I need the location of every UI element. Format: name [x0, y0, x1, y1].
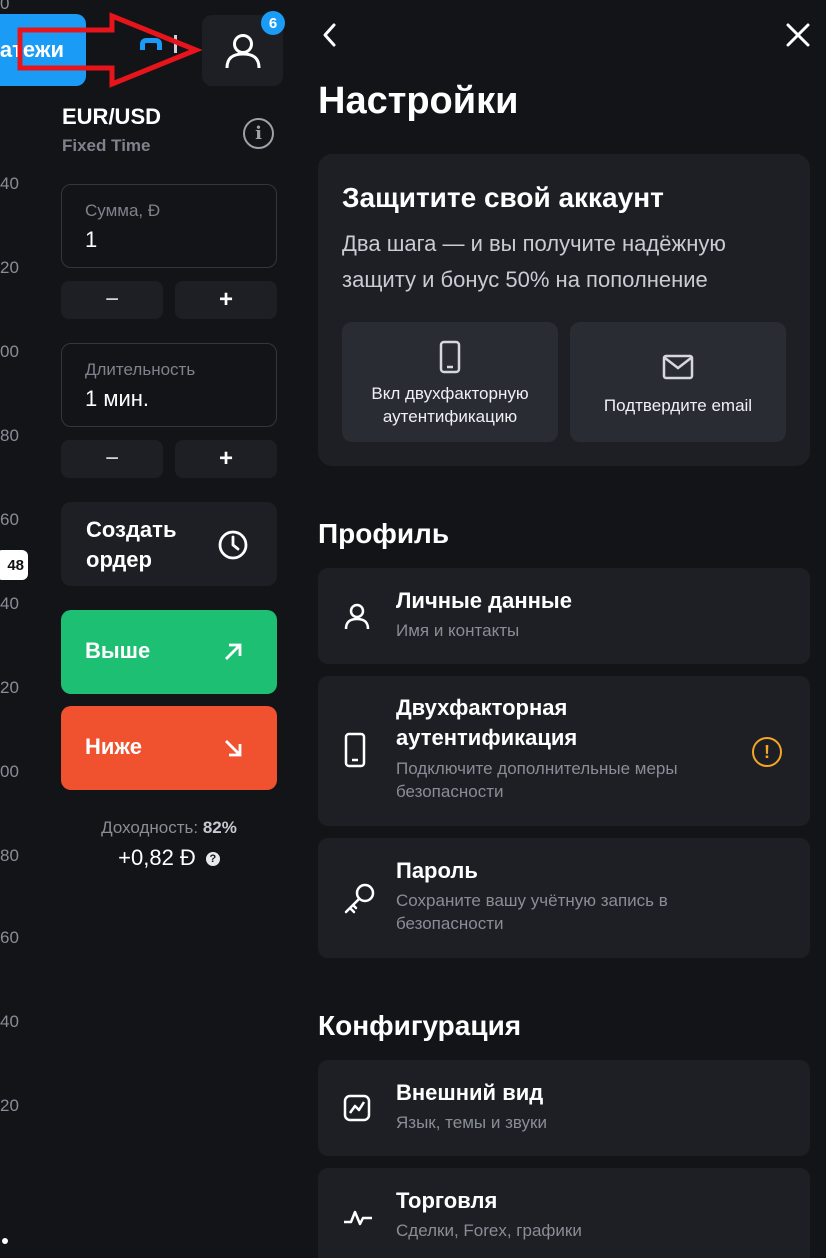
protect-text: Два шага — и вы получите надёжную защиту… [342, 231, 726, 292]
arrow-up-right-icon [225, 643, 242, 660]
notification-badge: 6 [261, 11, 285, 35]
yield-label: Доходность: [101, 818, 199, 837]
y-tick: 60 [0, 928, 19, 947]
higher-label: Выше [85, 638, 151, 663]
duration-decrease-button[interactable]: − [61, 440, 163, 478]
balance-icon [140, 38, 162, 50]
amount-field[interactable]: Сумма, Đ 1 [61, 184, 277, 268]
amount-label: Сумма, Đ [85, 201, 161, 220]
close-icon[interactable] [785, 22, 811, 48]
confirm-email-label: Подтвердите email [603, 396, 753, 415]
chart-dot [2, 1238, 8, 1244]
two-factor-title: Двухфакторная аутентификация [396, 695, 578, 750]
yield-value: 82% [202, 818, 237, 837]
configuration-section-title: Конфигурация [318, 1010, 522, 1041]
password-subtitle: Сохраните вашу учётную запись в безопасн… [396, 891, 668, 933]
info-icon[interactable]: i [243, 118, 274, 149]
lower-label: Ниже [85, 734, 142, 759]
clock-icon [218, 530, 248, 560]
personal-data-subtitle: Имя и контакты [396, 621, 520, 640]
two-factor-subtitle: Подключите дополнительные меры безопасно… [396, 759, 678, 801]
duration-value[interactable]: 1 мин. [85, 386, 149, 412]
y-tick: 80 [0, 846, 19, 865]
appearance-title: Внешний вид [396, 1080, 544, 1105]
trading-subtitle: Сделки, Forex, графики [396, 1221, 582, 1240]
y-tick: 00 [0, 762, 19, 781]
page-title: Настройки [318, 80, 519, 122]
profile-section-title: Профиль [318, 518, 450, 549]
y-tick: 00 [0, 342, 19, 361]
appearance-icon [343, 1094, 371, 1122]
y-tick: 60 [0, 510, 19, 529]
confirm-email-tile[interactable]: Подтвердите email [570, 322, 786, 442]
user-icon [344, 603, 370, 630]
trading-title: Торговля [396, 1188, 498, 1213]
personal-data-title: Личные данные [396, 588, 572, 613]
enable-2fa-tile[interactable]: Вкл двухфакторную аутентификацию [342, 322, 558, 442]
y-tick: 40 [0, 594, 19, 613]
y-tick: 20 [0, 1096, 19, 1115]
password-title: Пароль [396, 858, 478, 883]
pulse-icon [344, 1210, 372, 1226]
amount-increase-button[interactable]: + [175, 281, 277, 319]
appearance-item[interactable]: Внешний вид Язык, темы и звуки [318, 1060, 810, 1156]
y-tick: 80 [0, 426, 19, 445]
trade-mode: Fixed Time [62, 136, 151, 155]
appearance-subtitle: Язык, темы и звуки [396, 1113, 547, 1132]
price-axis: 0 40 20 00 80 60 40 20 00 80 60 40 20 48 [0, 0, 44, 1258]
warning-icon: ! [752, 737, 782, 767]
enable-2fa-label: Вкл двухфакторную аутентификацию [371, 384, 529, 426]
yield-line: Доходность: 82% [61, 818, 277, 838]
user-icon [225, 33, 260, 68]
phone-icon [439, 340, 461, 374]
back-arrow-icon[interactable] [320, 22, 340, 48]
create-order-label: Создать ордер [86, 517, 177, 572]
y-tick: 0 [0, 0, 10, 13]
y-tick: 40 [0, 174, 19, 193]
payments-button[interactable]: атежи [0, 14, 86, 86]
duration-increase-button[interactable]: + [175, 440, 277, 478]
duration-label: Длительность [85, 360, 196, 379]
amount-value[interactable]: 1 [85, 227, 97, 253]
profit-line: +0,82 Đ? [61, 845, 277, 871]
personal-data-item[interactable]: Личные данные Имя и контакты [318, 568, 810, 664]
current-price-badge: 48 [0, 550, 28, 580]
key-icon [344, 883, 375, 914]
divider [174, 35, 177, 53]
help-icon[interactable]: ? [205, 852, 220, 866]
phone-icon [344, 732, 366, 768]
y-tick: 40 [0, 1012, 19, 1031]
protect-heading: Защитите свой аккаунт [342, 182, 664, 213]
higher-button[interactable]: Выше [61, 610, 277, 694]
asset-pair[interactable]: EUR/USD [62, 104, 161, 130]
trading-item[interactable]: Торговля Сделки, Forex, графики [318, 1168, 810, 1258]
y-tick: 20 [0, 258, 19, 277]
duration-field[interactable]: Длительность 1 мин. [61, 343, 277, 427]
mail-icon [662, 354, 694, 380]
two-factor-item[interactable]: Двухфакторная аутентификация Подключите … [318, 676, 810, 826]
y-tick: 20 [0, 678, 19, 697]
protect-account-card: Защитите свой аккаунт Два шага — и вы по… [318, 154, 810, 466]
amount-decrease-button[interactable]: − [61, 281, 163, 319]
arrow-down-right-icon [225, 740, 242, 757]
lower-button[interactable]: Ниже [61, 706, 277, 790]
profit-value: +0,82 Đ [118, 845, 196, 870]
password-item[interactable]: Пароль Сохраните вашу учётную запись в б… [318, 838, 810, 958]
